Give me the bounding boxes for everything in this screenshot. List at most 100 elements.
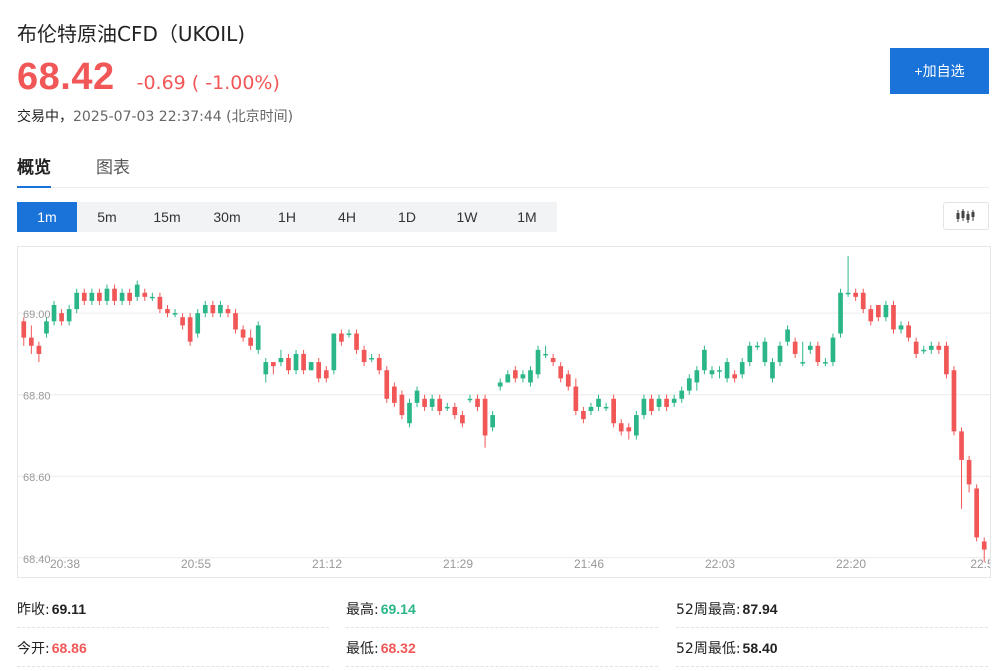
candle-body [346,333,352,336]
candle-body [664,398,669,407]
candle-body [59,313,64,322]
candle [792,337,798,358]
candle [437,394,443,416]
candle-body [316,362,322,379]
price-change: -0.69 ( -1.00%) [136,72,280,94]
candle [255,321,261,354]
candle [346,329,352,338]
y-tick-label: 68.80 [23,391,51,403]
candle [316,358,322,383]
tab-chart[interactable]: 图表 [96,153,130,188]
candle [391,382,397,407]
candle-body [770,362,775,379]
candle [717,366,722,379]
candle [354,329,359,354]
candle-body [218,305,223,314]
candle [444,402,450,411]
candle [149,292,155,301]
candle-body [860,292,866,310]
candle-body [883,305,889,318]
candle [520,370,526,383]
candle [641,394,647,420]
candle-body [936,345,942,350]
candle-body [845,292,851,295]
candle [845,256,851,297]
price-chart[interactable]: 69.00 68.80 68.60 68.40 20:38 20:55 21:12 21:29… [17,246,991,578]
candle-body [195,313,201,334]
candle-body [694,370,700,383]
candle [815,341,821,367]
interval-1d[interactable]: 1D [377,202,437,232]
candle [860,288,866,314]
candle [800,341,806,367]
candle [202,300,208,318]
candle [301,349,306,375]
stat-prev-close: 昨收: 69.11 [17,590,329,628]
stat-value: 58.40 [742,639,778,656]
candle-body [535,349,541,375]
interval-1w[interactable]: 1W [437,202,497,232]
candle-body [460,415,465,424]
candle-body [429,398,435,407]
candle [596,394,601,411]
candle-body [603,406,609,409]
candle [331,333,337,375]
candle [875,305,881,322]
candle [482,394,488,448]
candle [868,305,874,326]
candle-body [270,362,276,367]
candle-body [225,309,231,314]
candle-body [762,341,768,363]
candle-body [596,398,601,407]
candle-body [51,305,57,322]
stat-label: 昨收: [17,601,50,618]
candle [180,313,185,330]
candle [944,341,949,379]
x-tick-label: 21:12 [312,557,342,571]
candle-body [505,374,511,383]
candle-body [444,406,450,409]
candle [422,394,427,411]
candle-body [240,329,246,338]
candle-body [142,292,148,297]
candle-body [558,366,564,379]
candle [656,394,662,411]
candle-body [331,333,337,371]
candle-body [875,305,881,318]
add-to-watchlist-button[interactable]: +加自选 [890,48,989,94]
candle-body [573,386,579,411]
candle [28,325,34,354]
interval-1m[interactable]: 1m [17,202,77,232]
stat-52w-low: 52周最低: 58.40 [676,629,988,667]
interval-30m[interactable]: 30m [197,202,257,232]
candle [127,288,133,305]
interval-15m[interactable]: 15m [137,202,197,232]
candle-body [28,337,34,346]
candle [286,353,291,375]
candle-body [543,353,548,356]
candle [104,284,110,305]
x-tick-label: 20:55 [181,557,211,571]
candle [308,362,314,371]
y-tick-label: 69.00 [23,309,51,321]
candle [460,411,465,428]
interval-1mo[interactable]: 1M [497,202,557,232]
interval-4h[interactable]: 4H [317,202,377,232]
candle-body [119,292,125,301]
candle-body [293,353,299,371]
candle-body [112,288,117,301]
tab-overview[interactable]: 概览 [17,153,51,188]
candle [36,341,42,363]
interval-1h[interactable]: 1H [257,202,317,232]
candle-body [36,345,42,354]
candle [505,370,511,383]
candle [686,374,692,395]
candle-body [649,398,654,411]
candle [195,309,201,338]
candlestick-chart: 69.00 68.80 68.60 68.40 20:38 20:55 21:12 21:29… [18,256,990,571]
candle-body [278,358,284,363]
candle [210,300,216,318]
interval-5m[interactable]: 5m [77,202,137,232]
candle-body [641,398,647,416]
chart-type-button[interactable] [943,202,989,230]
